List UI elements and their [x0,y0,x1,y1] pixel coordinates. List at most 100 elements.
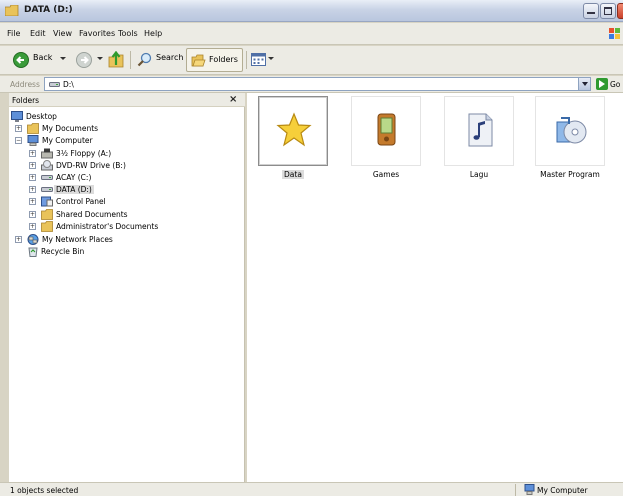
folders-panel-header: Folders × [9,93,245,107]
tree-item-shared-documents[interactable]: + Shared Documents [29,209,241,221]
expand-icon[interactable]: + [29,162,36,169]
tree-item-label: Desktop [26,112,57,121]
status-location: My Computer [537,486,588,495]
folder-icon [27,123,39,134]
menu-help[interactable]: Help [144,29,162,38]
computer-icon [27,135,39,146]
folder-icon [41,221,53,232]
tree-item-my-documents[interactable]: + My Documents [15,123,241,135]
views-icon[interactable] [251,53,266,66]
toolbar: Back Search Folders [0,46,623,75]
expand-icon[interactable]: + [15,236,22,243]
tree-item-my-network-places[interactable]: + My Network Places [15,234,241,246]
close-panel-icon[interactable]: × [229,94,237,105]
tree-item-control-panel[interactable]: + Control Panel [29,196,241,208]
control-panel-icon [41,196,53,207]
folder-up-icon[interactable] [108,51,124,68]
back-button-label[interactable]: Back [33,53,52,62]
drive-icon [49,82,60,87]
forward-arrow-icon[interactable] [76,52,92,68]
folders-button-label: Folders [209,55,238,64]
tree-item-floppy[interactable]: + 3½ Floppy (A:) [29,148,241,160]
item-master-program-label[interactable]: Master Program [525,170,615,179]
recycle-bin-icon [28,247,38,257]
back-arrow-icon[interactable] [13,52,29,68]
status-divider [515,484,516,496]
tree-item-drive-d[interactable]: + DATA (D:) [29,184,241,196]
expand-icon[interactable]: + [29,150,36,157]
menu-edit[interactable]: Edit [30,29,46,38]
folders-panel-title: Folders [12,96,40,105]
computer-icon [524,484,535,495]
toolbar-separator [130,51,131,69]
tree-item-dvd-rw[interactable]: + DVD-RW Drive (B:) [29,160,241,172]
forward-dropdown-icon[interactable] [97,57,103,60]
address-input[interactable]: D:\ [44,77,591,91]
minimize-button[interactable] [583,3,599,19]
tree-item-label: Control Panel [56,197,106,206]
close-button[interactable] [617,3,623,19]
tree-item-label: My Documents [42,124,99,133]
go-button-label[interactable]: Go [610,80,620,89]
item-lagu-label[interactable]: Lagu [434,170,524,179]
go-arrow-icon[interactable] [596,78,608,90]
item-master-program-thumbnail[interactable] [535,96,605,166]
menu-file[interactable]: File [7,29,20,38]
item-lagu-thumbnail[interactable] [444,96,514,166]
expand-icon[interactable]: + [29,198,36,205]
music-file-icon [468,113,493,147]
window-title: DATA (D:) [24,5,73,15]
back-dropdown-icon[interactable] [60,57,66,60]
expand-icon[interactable]: + [29,186,36,193]
status-selection-count: 1 objects selected [10,486,79,495]
menu-bar: File Edit View Favorites Tools Help [0,23,623,45]
maximize-button[interactable] [600,3,616,19]
tree-item-label: DVD-RW Drive (B:) [56,161,126,170]
network-icon [27,234,39,245]
menu-view[interactable]: View [53,29,72,38]
item-data-label[interactable]: Data [248,170,338,179]
folders-icon [191,54,206,67]
tree-item-recycle-bin[interactable]: Recycle Bin [27,246,241,258]
toolbar-separator [246,51,247,69]
menu-favorites[interactable]: Favorites [79,29,115,38]
status-bar: 1 objects selected My Computer [0,482,623,496]
floppy-icon [41,148,53,159]
tree-item-desktop[interactable]: Desktop [11,111,241,123]
tree-item-label: Recycle Bin [41,247,85,256]
tree-item-label: My Network Places [42,235,113,244]
address-label: Address [10,80,40,89]
desktop-icon [11,111,23,122]
folders-button[interactable]: Folders [186,48,243,72]
menu-tools[interactable]: Tools [118,29,138,38]
address-dropdown-button[interactable] [578,78,590,90]
pda-icon [377,113,396,146]
expand-icon[interactable]: + [29,174,36,181]
tree-item-my-computer[interactable]: − My Computer [15,135,241,147]
title-bar: DATA (D:) [0,0,623,22]
tree-item-label: My Computer [42,136,93,145]
tree-item-label: DATA (D:) [54,185,94,194]
collapse-icon[interactable]: − [15,137,22,144]
expand-icon[interactable]: + [29,223,36,230]
folders-panel: Folders × Desktop + My Documents − My Co… [9,93,245,482]
windows-logo-icon [609,28,620,39]
tree-item-drive-c[interactable]: + ACAY (C:) [29,172,241,184]
search-button-label[interactable]: Search [156,53,183,62]
tree-item-administrators-documents[interactable]: + Administrator's Documents [29,221,241,233]
expand-icon[interactable]: + [15,125,22,132]
tree-item-label: Shared Documents [56,210,128,219]
tree-item-label: Administrator's Documents [56,222,159,231]
item-data-thumbnail[interactable] [258,96,328,166]
item-games-thumbnail[interactable] [351,96,421,166]
folder-contents: Data Games Lagu Master Program [247,93,623,482]
expand-icon[interactable]: + [29,211,36,218]
dvd-icon [41,160,53,171]
search-icon[interactable] [137,52,152,67]
views-dropdown-icon[interactable] [268,57,274,60]
star-folder-icon [276,112,312,147]
drive-icon [41,175,53,180]
address-value: D:\ [63,80,74,89]
folder-icon [41,209,53,220]
item-games-label[interactable]: Games [341,170,431,179]
